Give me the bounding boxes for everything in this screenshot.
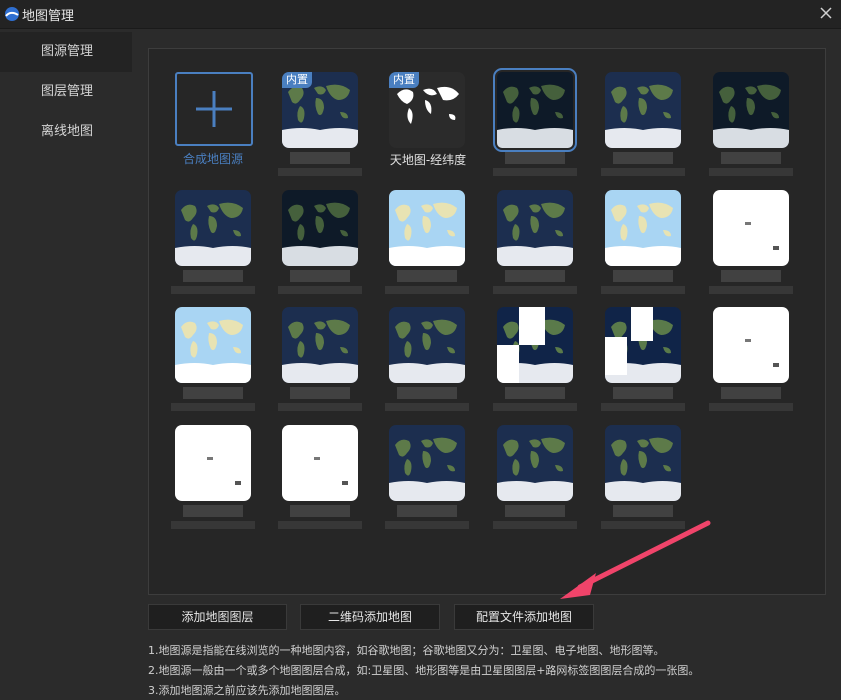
help-note: 3.添加地图源之前应该先添加地图图层。 <box>148 684 346 697</box>
tile-caption-blurred <box>493 168 577 176</box>
add-map-source-label: 合成地图源 <box>182 152 243 166</box>
tile-caption-blurred <box>601 286 685 294</box>
map-source-tile[interactable] <box>282 307 358 383</box>
sidebar-item-layers[interactable]: 图层管理 <box>0 72 132 112</box>
tile-caption-blurred <box>505 387 565 399</box>
tile-caption-blurred <box>721 152 781 164</box>
map-source-tile[interactable] <box>605 425 681 501</box>
sidebar-item-label: 离线地图 <box>41 124 94 139</box>
tile-caption-blurred <box>709 403 793 411</box>
tile-caption-blurred <box>278 403 362 411</box>
tile-caption-blurred <box>397 387 457 399</box>
add-map-layer-button[interactable]: 添加地图图层 <box>148 604 287 630</box>
sidebar-item-label: 图源管理 <box>41 44 94 59</box>
tile-caption-blurred <box>290 387 350 399</box>
map-source-tile[interactable] <box>175 190 251 266</box>
tile-caption-blurred <box>505 152 565 164</box>
window-title: 地图管理 <box>22 9 75 24</box>
map-source-tile[interactable]: 内置 <box>389 72 465 148</box>
tile-caption-blurred <box>709 286 793 294</box>
tile-caption-blurred <box>613 387 673 399</box>
add-map-source-button[interactable] <box>175 72 253 146</box>
tile-caption-blurred <box>385 521 469 529</box>
sidebar: 图源管理 图层管理 离线地图 <box>0 29 132 700</box>
tile-caption-blurred <box>183 387 243 399</box>
sidebar-item-label: 图层管理 <box>41 84 94 99</box>
tile-caption-blurred <box>613 152 673 164</box>
tile-caption-blurred <box>493 286 577 294</box>
help-note: 2.地图源一般由一个或多个地图图层合成，如:卫星图、地形图等是由卫星图图层+路网… <box>148 664 700 677</box>
tile-caption-blurred <box>278 521 362 529</box>
close-icon[interactable] <box>817 4 835 22</box>
map-source-tile[interactable] <box>497 190 573 266</box>
tianditu-label: 天地图-经纬度 <box>389 153 467 167</box>
map-source-tile[interactable] <box>713 190 789 266</box>
map-source-tile[interactable] <box>497 425 573 501</box>
tile-caption-blurred <box>721 270 781 282</box>
tile-caption-blurred <box>171 286 255 294</box>
annotation-arrow <box>560 520 711 599</box>
help-note: 1.地图源是指能在线浏览的一种地图内容，如谷歌地图；谷歌地图又分为：卫星图、电子… <box>148 644 665 657</box>
map-source-tile[interactable] <box>175 307 251 383</box>
tile-caption-blurred <box>493 403 577 411</box>
app-logo-icon <box>5 7 19 21</box>
qr-add-map-button[interactable]: 二维码添加地图 <box>300 604 440 630</box>
tile-caption-blurred <box>171 521 255 529</box>
map-source-tile[interactable]: 内置 <box>282 72 358 148</box>
tile-caption-blurred <box>278 168 362 176</box>
tile-caption-blurred <box>290 270 350 282</box>
tile-caption-blurred <box>171 403 255 411</box>
tile-caption-blurred <box>290 152 350 164</box>
sidebar-item-map-sources[interactable]: 图源管理 <box>0 32 132 72</box>
tile-caption-blurred <box>505 270 565 282</box>
map-source-tile[interactable] <box>605 307 681 383</box>
map-source-tile[interactable] <box>282 425 358 501</box>
plus-icon <box>196 91 232 127</box>
map-source-tile[interactable] <box>389 190 465 266</box>
tile-caption-blurred <box>385 403 469 411</box>
tile-caption-blurred <box>290 505 350 517</box>
map-source-tile[interactable] <box>389 425 465 501</box>
map-source-tile[interactable] <box>713 72 789 148</box>
tile-caption-blurred <box>601 403 685 411</box>
tile-caption-blurred <box>397 505 457 517</box>
map-source-tile[interactable] <box>713 307 789 383</box>
builtin-badge: 内置 <box>282 72 312 88</box>
map-source-tile[interactable] <box>175 425 251 501</box>
tile-caption-blurred <box>601 168 685 176</box>
tile-caption-blurred <box>721 387 781 399</box>
map-source-tile[interactable] <box>605 190 681 266</box>
tile-caption-blurred <box>183 505 243 517</box>
tile-caption-blurred <box>385 286 469 294</box>
map-source-tile[interactable] <box>605 72 681 148</box>
title-bar: 地图管理 <box>0 0 841 29</box>
tile-caption-blurred <box>397 270 457 282</box>
tile-caption-blurred <box>709 168 793 176</box>
tile-caption-blurred <box>613 270 673 282</box>
map-source-tile[interactable] <box>389 307 465 383</box>
tile-caption-blurred <box>183 270 243 282</box>
sidebar-item-offline-maps[interactable]: 离线地图 <box>0 112 132 152</box>
builtin-badge: 内置 <box>389 72 419 88</box>
map-source-tile[interactable] <box>282 190 358 266</box>
map-source-tile[interactable] <box>493 68 577 152</box>
map-source-tile[interactable] <box>497 307 573 383</box>
tile-caption-blurred <box>278 286 362 294</box>
